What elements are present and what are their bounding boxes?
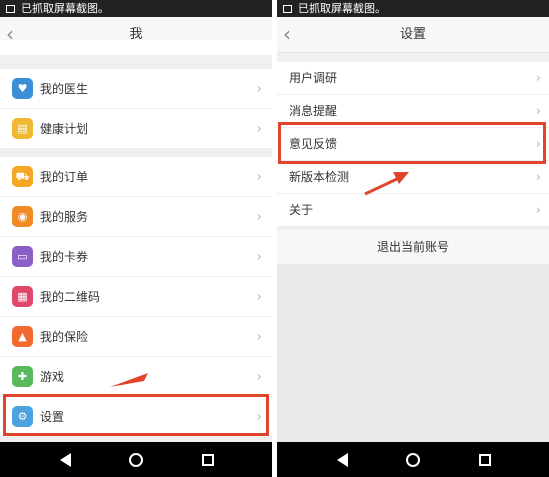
chevron-right-icon: › [535,203,541,218]
settings-list: 用户调研 › 消息提醒 › 意见反馈 › 新版本检测 › 关于 › 退出当前账号 [277,54,549,442]
menu-item-health-plan[interactable]: ▤ 健康计划 › [0,109,272,149]
page-title: 设置 [399,27,426,42]
settings-highlight-box [3,394,269,436]
menu-item-label: 我的保险 [40,330,89,344]
chevron-right-icon: › [535,170,541,185]
menu-item-my-doctor[interactable]: ♥ 我的医生 › [0,69,272,109]
screenshot-icon [283,5,292,13]
menu-item-my-services[interactable]: ◉ 我的服务 › [0,197,272,237]
feedback-highlight-box [278,122,546,164]
app-header: ‹ 设置 [277,17,549,53]
status-bar: 已抓取屏幕截图。 [277,0,549,17]
list-item-partial[interactable] [0,40,272,56]
cart-icon: ⛟ [12,166,33,187]
arrow-pointer-icon [364,172,409,196]
menu-item-label: 健康计划 [40,122,89,136]
chevron-right-icon: › [256,121,262,137]
status-text: 已抓取屏幕截图。 [298,2,386,15]
screenshot-icon [6,5,15,13]
android-nav-bar [277,442,549,477]
menu-item-my-coupons[interactable]: ▭ 我的卡券 › [0,237,272,277]
coupon-icon: ▭ [12,246,33,267]
back-nav-icon[interactable] [55,450,75,470]
chevron-right-icon: › [256,289,262,305]
left-phone-screen: 已抓取屏幕截图。 ‹ 我 ♥ 我的医生 › ▤ 健康计划 › ⛟ 我的订单 › … [0,0,272,477]
chevron-right-icon: › [256,369,262,385]
game-icon: ✚ [12,366,33,387]
android-nav-bar [0,442,272,477]
menu-item-my-qrcode[interactable]: ▦ 我的二维码 › [0,277,272,317]
menu-item-label: 我的医生 [40,82,89,96]
status-bar: 已抓取屏幕截图。 [0,0,272,17]
qrcode-icon: ▦ [12,286,33,307]
logout-button[interactable]: 退出当前账号 [277,230,549,264]
chevron-right-icon: › [535,71,541,86]
arrow-pointer-icon [110,373,148,387]
settings-item-version-check[interactable]: 新版本检测 › [277,161,549,194]
empty-area [277,264,549,442]
right-phone-screen: 已抓取屏幕截图。 ‹ 设置 用户调研 › 消息提醒 › 意见反馈 › 新版本检测… [277,0,549,477]
recents-nav-icon[interactable] [198,450,218,470]
recents-nav-icon[interactable] [475,450,495,470]
home-nav-icon[interactable] [126,450,146,470]
back-nav-icon[interactable] [332,450,352,470]
home-nav-icon[interactable] [403,450,423,470]
menu-item-label: 我的订单 [40,170,89,184]
settings-item-about[interactable]: 关于 › [277,194,549,227]
settings-item-label: 新版本检测 [289,170,350,184]
menu-item-label: 我的服务 [40,210,89,224]
insurance-icon: ▲ [12,326,33,347]
menu-item-label: 我的卡券 [40,250,89,264]
settings-item-user-survey[interactable]: 用户调研 › [277,62,549,95]
chevron-right-icon: › [256,169,262,185]
logout-label: 退出当前账号 [376,240,449,254]
chevron-right-icon: › [256,329,262,345]
menu-item-label: 游戏 [40,370,65,384]
health-plan-icon: ▤ [12,118,33,139]
menu-item-label: 我的二维码 [40,290,101,304]
doctor-icon: ♥ [12,78,33,99]
service-icon: ◉ [12,206,33,227]
chevron-right-icon: › [256,209,262,225]
chevron-right-icon: › [256,81,262,97]
chevron-right-icon: › [256,249,262,265]
status-text: 已抓取屏幕截图。 [21,2,109,15]
menu-item-my-orders[interactable]: ⛟ 我的订单 › [0,157,272,197]
settings-item-label: 关于 [289,203,314,217]
menu-item-my-insurance[interactable]: ▲ 我的保险 › [0,317,272,357]
settings-item-label: 用户调研 [289,71,338,85]
back-arrow-icon[interactable]: ‹ [283,17,291,51]
